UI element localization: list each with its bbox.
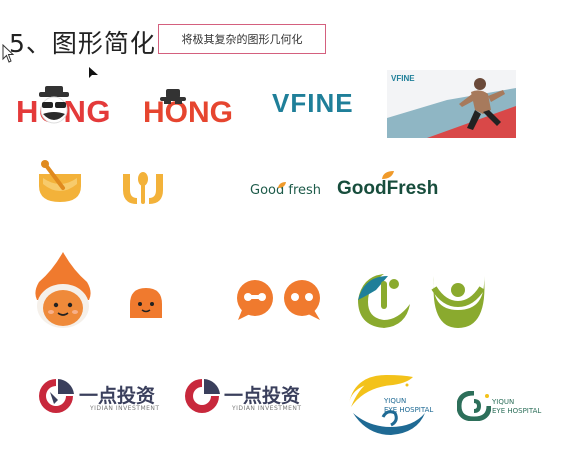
orange-mascot-detailed-icon bbox=[35, 252, 91, 328]
yidian-detailed-sub: YIDIAN INVESTMENT bbox=[90, 405, 160, 412]
goodfresh-leaf-icon bbox=[278, 182, 286, 188]
yiqun-detailed-line1: YIQUN bbox=[384, 397, 407, 405]
yiqun-detailed-line2: EYE HOSPITAL bbox=[384, 406, 434, 414]
yiqun-simplified-eye-icon bbox=[457, 391, 491, 421]
vfine-wordmark: VFINE bbox=[272, 88, 354, 118]
hong-simplified-hat-icon bbox=[160, 89, 186, 104]
honey-bowl-simplified-icon bbox=[123, 172, 163, 204]
orange-chat-bubbles-icon bbox=[237, 280, 320, 320]
yidian-simplified-name: 一点投资 bbox=[224, 385, 301, 407]
vfine-photo-brand: VFINE bbox=[391, 74, 415, 83]
hong-simplified-wordmark: HONG bbox=[143, 96, 233, 129]
yidian-detailed-name: 一点投资 bbox=[79, 385, 156, 407]
goodfresh-simplified-wordmark: GoodFresh bbox=[337, 178, 439, 199]
hong-detailed-face-icon bbox=[39, 86, 69, 124]
pointer-arrow-icon bbox=[89, 67, 98, 78]
vfine-athlete-photo: VFINE bbox=[387, 70, 516, 138]
yiqun-simplified-line2: EYE HOSPITAL bbox=[492, 407, 542, 415]
yiqun-detailed-text: YIQUN EYE HOSPITAL bbox=[384, 397, 433, 415]
slide-title: 5、图形简化 bbox=[9, 29, 156, 58]
yidian-simplified-emblem-icon bbox=[185, 379, 220, 413]
olive-figures-icon bbox=[358, 274, 485, 328]
slide-subtitle-box: 将极其复杂的图形几何化 bbox=[158, 24, 326, 54]
goodfresh-fruit-icon bbox=[382, 171, 394, 179]
honey-bowl-detailed-icon bbox=[39, 160, 81, 202]
yiqun-simplified-line1: YIQUN bbox=[492, 398, 515, 406]
yiqun-simplified-text: YIQUN EYE HOSPITAL bbox=[492, 398, 541, 416]
yidian-simplified-sub: YIDIAN INVESTMENT bbox=[232, 405, 302, 412]
yidian-detailed-emblem-icon bbox=[39, 379, 74, 413]
orange-mascot-simplified-icon bbox=[130, 288, 162, 318]
slide-subtitle: 将极其复杂的图形几何化 bbox=[181, 33, 303, 46]
